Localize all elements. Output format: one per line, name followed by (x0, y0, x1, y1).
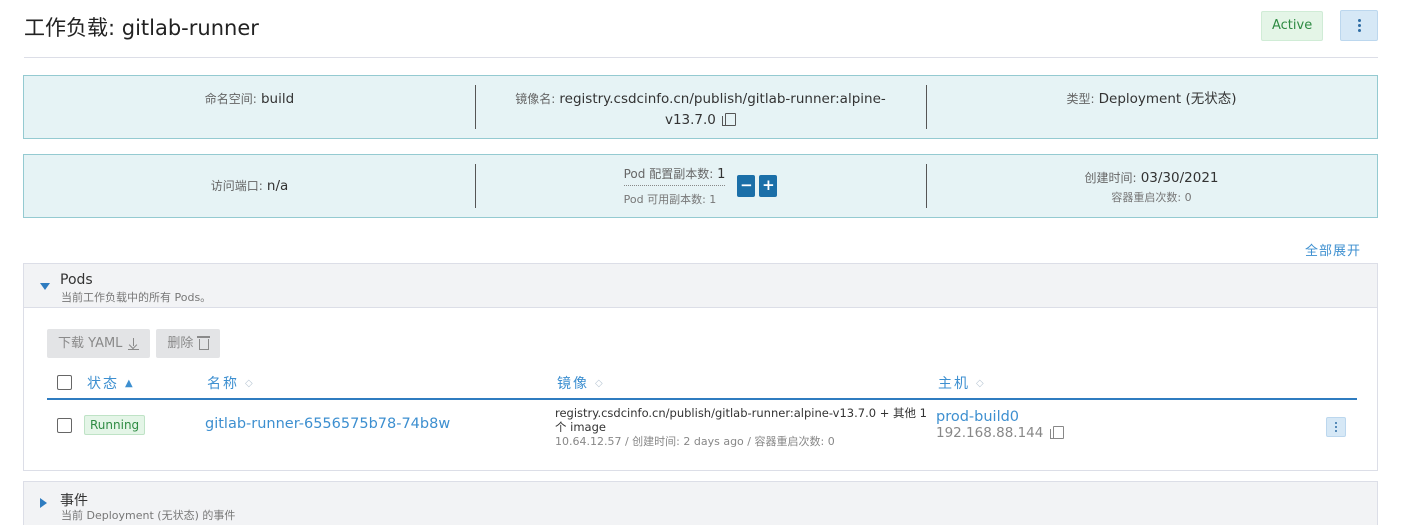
select-all-checkbox[interactable] (57, 375, 72, 390)
table-row: Running gitlab-runner-6556575b78-74b8w r… (47, 402, 1357, 452)
host-name-link[interactable]: prod-build0 (936, 409, 1064, 425)
column-image-label: 镜像 (557, 376, 589, 392)
workload-info-box: 命名空间: build 镜像名: registry.csdcinfo.cn/pu… (23, 75, 1378, 139)
pods-toolbar: 下载 YAML 删除 (47, 329, 221, 358)
copy-icon[interactable] (722, 113, 737, 126)
events-section-description: 当前 Deployment (无状态) 的事件 (61, 509, 236, 522)
namespace-field: 命名空间: build (24, 76, 475, 138)
row-image-text: registry.csdcinfo.cn/publish/gitlab-runn… (555, 406, 927, 434)
host-ip: 192.168.88.144 (936, 425, 1044, 441)
pods-section-header[interactable]: Pods 当前工作负载中的所有 Pods。 (24, 264, 1377, 308)
trash-icon (197, 336, 211, 350)
events-section: 事件 当前 Deployment (无状态) 的事件 (23, 481, 1378, 525)
image-field: 镜像名: registry.csdcinfo.cn/publish/gitlab… (475, 76, 926, 138)
sort-icon: ◇ (976, 377, 984, 389)
events-section-header[interactable]: 事件 当前 Deployment (无状态) 的事件 (24, 482, 1377, 525)
row-image: registry.csdcinfo.cn/publish/gitlab-runn… (555, 406, 935, 449)
row-host: prod-build0 192.168.88.144 (936, 409, 1064, 441)
sort-icon: ◇ (245, 377, 253, 389)
image-label: 镜像名: (515, 92, 556, 106)
image-value-line1: registry.csdcinfo.cn/publish/gitlab-runn… (559, 91, 886, 107)
download-icon (128, 337, 140, 350)
pod-config-value: 1 (717, 167, 726, 182)
column-host[interactable]: 主机 ◇ (938, 373, 984, 393)
page-header: 工作负载: gitlab-runner Active (24, 0, 1378, 58)
type-label: 类型: (1066, 92, 1095, 106)
created-label: 创建时间: (1084, 170, 1137, 185)
delete-button[interactable]: 删除 (156, 329, 221, 358)
pods-section-description: 当前工作负载中的所有 Pods。 (61, 291, 212, 304)
caret-down-icon (40, 283, 50, 290)
pod-available-replicas: Pod 可用副本数: 1 (623, 193, 717, 206)
port-label: 访问端口: (210, 178, 263, 193)
more-vertical-icon (1335, 422, 1337, 432)
port-value: n/a (266, 177, 289, 194)
namespace-label: 命名空间: (204, 92, 257, 106)
more-vertical-icon (1357, 19, 1361, 32)
row-status-badge: Running (84, 415, 146, 435)
download-yaml-label: 下载 YAML (58, 336, 123, 351)
scale-down-button[interactable]: − (737, 175, 756, 197)
namespace-value: build (260, 91, 295, 107)
scale-up-button[interactable]: + (759, 175, 778, 197)
image-value-line2: v13.7.0 (664, 112, 716, 128)
row-actions-button[interactable] (1326, 417, 1346, 437)
pods-section-title: Pods (60, 272, 93, 288)
column-host-label: 主机 (938, 376, 970, 392)
delete-label: 删除 (167, 336, 194, 351)
column-name[interactable]: 名称 ◇ (207, 373, 253, 393)
created-value: 03/30/2021 (1140, 169, 1219, 186)
row-checkbox[interactable] (57, 418, 72, 433)
type-field: 类型: Deployment (无状态) (926, 76, 1377, 138)
expand-all-link[interactable]: 全部展开 (1305, 240, 1361, 259)
sort-icon: ◇ (595, 377, 603, 389)
sort-icon: ▲ (125, 377, 133, 389)
column-status[interactable]: 状态 ▲ (87, 373, 133, 393)
pod-config-label: Pod 配置副本数: (623, 167, 714, 181)
port-field: 访问端口: n/a (24, 155, 475, 217)
pod-scale-field: Pod 配置副本数: 1 Pod 可用副本数: 1 − + (475, 155, 926, 217)
workload-scale-box: 访问端口: n/a Pod 配置副本数: 1 Pod 可用副本数: 1 − + … (23, 154, 1378, 218)
column-name-label: 名称 (207, 376, 239, 392)
caret-right-icon (40, 498, 47, 508)
download-yaml-button[interactable]: 下载 YAML (47, 329, 151, 358)
row-meta: 10.64.12.57 / 创建时间: 2 days ago / 容器重启次数:… (555, 435, 835, 448)
pods-section: Pods 当前工作负载中的所有 Pods。 下载 YAML 删除 状态 ▲ 名称… (23, 263, 1378, 471)
pod-name-link[interactable]: gitlab-runner-6556575b78-74b8w (205, 416, 450, 432)
copy-icon[interactable] (1049, 426, 1064, 439)
more-actions-button[interactable] (1340, 10, 1378, 41)
column-image[interactable]: 镜像 ◇ (557, 373, 603, 393)
column-status-label: 状态 (87, 376, 119, 392)
pod-config-replicas: Pod 配置副本数: 1 (623, 165, 726, 186)
page-title: 工作负载: gitlab-runner (24, 16, 259, 40)
status-badge: Active (1261, 11, 1324, 41)
type-value: Deployment (无状态) (1098, 91, 1237, 107)
pods-table-header: 状态 ▲ 名称 ◇ 镜像 ◇ 主机 ◇ (47, 372, 1357, 400)
restart-count: 容器重启次数: 0 (1111, 190, 1192, 204)
created-field: 创建时间: 03/30/2021 容器重启次数: 0 (926, 155, 1377, 217)
